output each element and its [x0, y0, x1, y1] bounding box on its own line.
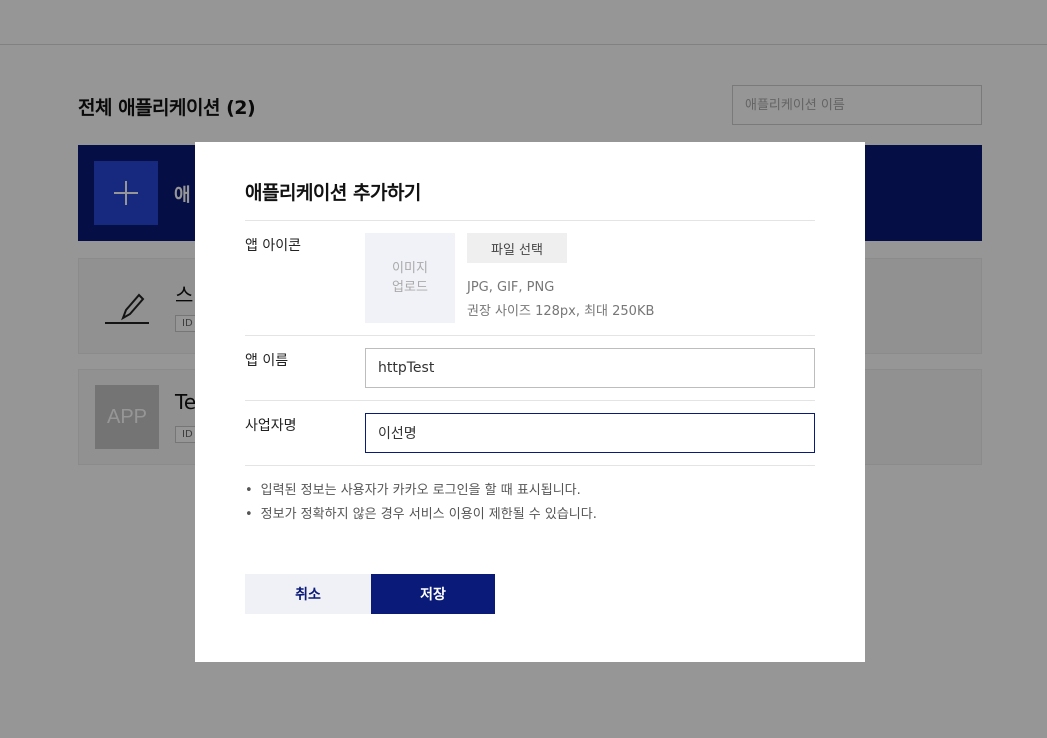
divider	[245, 220, 815, 221]
notice-item: 정보가 정확하지 않은 경우 서비스 이용이 제한될 수 있습니다.	[245, 503, 597, 527]
notice-item: 입력된 정보는 사용자가 카카오 로그인을 할 때 표시됩니다.	[245, 479, 597, 503]
cancel-button[interactable]: 취소	[245, 574, 371, 614]
add-application-modal: 애플리케이션 추가하기 앱 아이콘 이미지 업로드 파일 선택 JPG, GIF…	[195, 142, 865, 662]
notice-list: 입력된 정보는 사용자가 카카오 로그인을 할 때 표시됩니다. 정보가 정확하…	[245, 479, 597, 527]
file-hint-size: 권장 사이즈 128px, 최대 250KB	[467, 304, 655, 319]
app-name-input[interactable]	[365, 348, 815, 388]
divider	[245, 465, 815, 466]
company-name-input[interactable]	[365, 413, 815, 453]
company-name-label: 사업자명	[245, 418, 297, 434]
file-hint-formats: JPG, GIF, PNG	[467, 280, 555, 295]
modal-title: 애플리케이션 추가하기	[245, 182, 421, 204]
divider	[245, 335, 815, 336]
file-select-button[interactable]: 파일 선택	[467, 233, 567, 263]
divider	[245, 400, 815, 401]
save-button[interactable]: 저장	[371, 574, 495, 614]
image-upload-area[interactable]: 이미지 업로드	[365, 233, 455, 323]
app-name-label: 앱 이름	[245, 353, 289, 369]
app-icon-label: 앱 아이콘	[245, 238, 301, 254]
file-hint: JPG, GIF, PNG 권장 사이즈 128px, 최대 250KB	[467, 276, 654, 324]
